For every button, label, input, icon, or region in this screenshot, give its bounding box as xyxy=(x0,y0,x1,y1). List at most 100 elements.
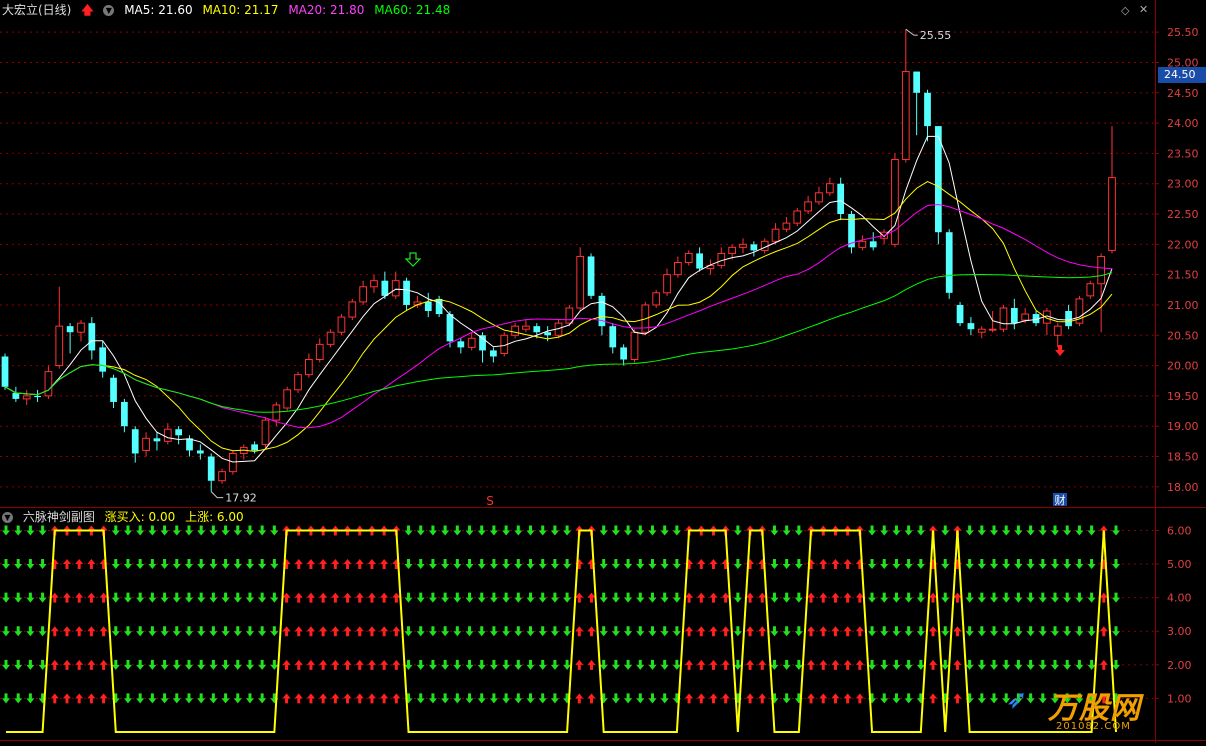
green-down-arrow xyxy=(648,525,657,536)
green-down-arrow xyxy=(941,659,950,670)
red-up-arrow xyxy=(843,592,852,603)
green-down-arrow xyxy=(258,525,267,536)
chart-stage: 18.00 18.50 19.00 19.50 20.00 20.50 21.00 21.50… xyxy=(0,0,1206,743)
green-down-arrow xyxy=(563,626,572,637)
green-down-arrow xyxy=(636,592,645,603)
green-down-arrow xyxy=(990,592,999,603)
candle-up xyxy=(55,325,64,367)
red-up-arrow xyxy=(355,659,364,670)
red-up-arrow xyxy=(87,693,96,704)
candle-up xyxy=(1097,255,1106,285)
ma10-label: MA10: 21.17 xyxy=(202,3,279,17)
green-down-arrow xyxy=(233,659,242,670)
green-down-arrow xyxy=(1075,559,1084,570)
candle-up xyxy=(229,452,237,473)
green-down-arrow xyxy=(538,559,547,570)
green-down-arrow xyxy=(1112,525,1120,536)
green-down-arrow xyxy=(221,525,230,536)
green-down-arrow xyxy=(245,592,254,603)
green-down-arrow xyxy=(136,659,145,670)
green-down-arrow xyxy=(733,559,742,570)
green-down-arrow xyxy=(1051,525,1060,536)
green-down-arrow xyxy=(868,592,877,603)
green-down-arrow xyxy=(916,659,925,670)
green-down-arrow xyxy=(1051,626,1060,637)
green-down-arrow xyxy=(672,525,681,536)
red-up-arrow xyxy=(685,659,694,670)
green-down-arrow xyxy=(611,659,620,670)
green-down-arrow xyxy=(136,592,145,603)
green-down-arrow xyxy=(782,559,791,570)
ma10-line xyxy=(4,181,1113,452)
green-down-arrow xyxy=(636,659,645,670)
red-up-arrow xyxy=(355,559,364,570)
candle-up xyxy=(1108,177,1116,251)
green-down-arrow xyxy=(868,626,877,637)
candle-up xyxy=(283,389,292,409)
green-down-arrow xyxy=(2,626,10,637)
diamond-icon[interactable]: ◇ xyxy=(1121,4,1129,17)
green-down-arrow xyxy=(977,659,986,670)
red-up-arrow xyxy=(62,693,71,704)
green-down-arrow xyxy=(624,659,633,670)
candle-down xyxy=(490,350,497,357)
ma20-label: MA20: 21.80 xyxy=(288,3,365,17)
green-down-arrow xyxy=(916,525,925,536)
green-down-arrow xyxy=(14,559,23,570)
green-down-arrow xyxy=(184,626,193,637)
green-down-arrow xyxy=(477,626,486,637)
green-down-arrow xyxy=(868,525,877,536)
green-down-arrow xyxy=(14,592,23,603)
red-up-arrow xyxy=(746,592,755,603)
green-down-arrow xyxy=(489,626,498,637)
red-up-arrow xyxy=(392,626,401,637)
green-down-arrow xyxy=(892,525,901,536)
green-down-arrow xyxy=(1112,659,1120,670)
candle-up xyxy=(815,192,823,203)
green-down-arrow xyxy=(1051,659,1060,670)
red-up-arrow xyxy=(746,626,755,637)
green-down-arrow xyxy=(880,659,889,670)
dropdown-circle-icon[interactable]: ▼ xyxy=(2,512,13,523)
red-up-arrow xyxy=(831,592,840,603)
candle-up xyxy=(717,252,726,267)
green-down-arrow xyxy=(563,592,572,603)
green-down-arrow xyxy=(160,525,169,536)
green-down-arrow xyxy=(514,693,523,704)
green-down-arrow xyxy=(611,626,620,637)
red-up-arrow xyxy=(819,592,828,603)
red-up-arrow xyxy=(50,693,59,704)
candle-up xyxy=(674,262,682,276)
dropdown-circle-icon[interactable]: ▼ xyxy=(103,5,115,16)
red-up-arrow xyxy=(929,592,938,603)
green-down-arrow xyxy=(172,525,181,536)
green-down-arrow xyxy=(160,659,169,670)
green-down-arrow xyxy=(172,659,181,670)
candle-down xyxy=(479,335,486,351)
green-down-arrow xyxy=(209,592,218,603)
close-icon[interactable]: ✕ xyxy=(1139,3,1148,16)
red-up-arrow xyxy=(50,659,59,670)
green-down-arrow xyxy=(599,592,608,603)
red-up-arrow xyxy=(807,693,816,704)
red-up-arrow xyxy=(685,693,694,704)
green-down-arrow xyxy=(965,559,974,570)
green-down-arrow xyxy=(648,626,657,637)
green-down-arrow xyxy=(111,659,120,670)
green-down-arrow xyxy=(904,525,913,536)
price-tick-label: 23.50 xyxy=(1167,147,1199,160)
green-down-arrow xyxy=(1112,559,1120,570)
green-down-arrow xyxy=(221,626,230,637)
green-down-arrow xyxy=(453,525,462,536)
green-down-arrow xyxy=(160,693,169,704)
candle-down xyxy=(544,332,552,336)
green-down-arrow xyxy=(1038,525,1047,536)
red-up-arrow xyxy=(87,626,96,637)
watermark-logo: ➶ 万股网 201082.COM xyxy=(1006,685,1176,735)
green-down-arrow xyxy=(550,592,559,603)
green-down-arrow xyxy=(1002,525,1011,536)
price-tick-label: 20.00 xyxy=(1167,360,1199,373)
red-up-arrow xyxy=(331,659,340,670)
green-down-arrow xyxy=(245,525,254,536)
green-down-arrow xyxy=(184,659,193,670)
